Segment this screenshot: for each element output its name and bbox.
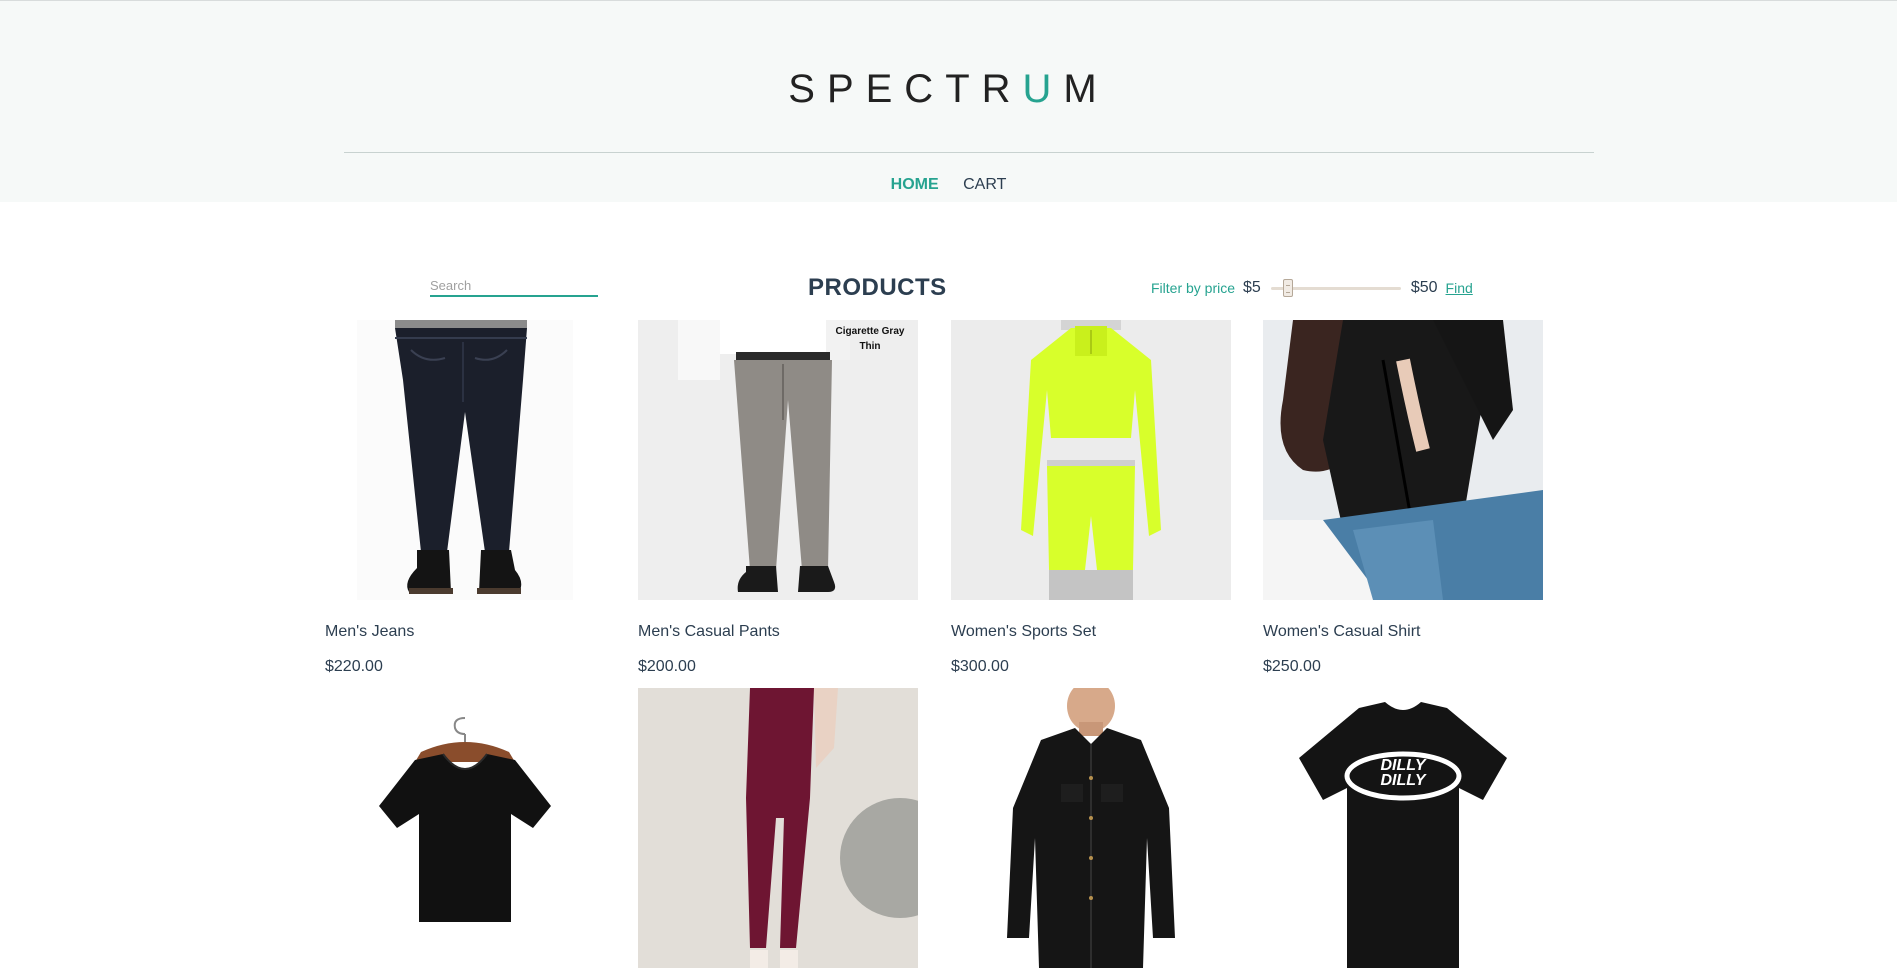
brand-logo-accent: U (1022, 67, 1064, 111)
search-field (430, 276, 598, 297)
product-image-jeans[interactable] (325, 320, 605, 600)
product-image-casual-pants[interactable]: Cigarette Gray Thin (638, 320, 918, 600)
product-card[interactable]: Women's Sports Set $300.00 (951, 320, 1231, 676)
price-max-value: $50 (1410, 279, 1438, 296)
product-name[interactable]: Women's Casual Shirt (1263, 623, 1543, 641)
price-slider-thumb[interactable] (1282, 279, 1293, 297)
product-card[interactable] (951, 688, 1231, 968)
product-price: $220.00 (325, 658, 383, 675)
product-card[interactable]: DILLY DILLY (1263, 688, 1543, 968)
site-header: SPECTRUM HOME CART (0, 1, 1897, 202)
brand-logo-suffix: M (1063, 67, 1109, 111)
product-image-mens-shirt[interactable] (951, 688, 1231, 968)
product-image-sports-set[interactable] (951, 320, 1231, 600)
image-logo-line-2: DILLY (1380, 772, 1426, 789)
product-name[interactable]: Women's Sports Set (951, 623, 1231, 641)
product-image-leggings[interactable] (638, 688, 918, 968)
product-price: $250.00 (1263, 658, 1321, 675)
products-toolbar: PRODUCTS Filter by price $5 $50 Find (0, 202, 1897, 322)
main-nav: HOME CART (0, 176, 1897, 194)
product-card[interactable]: Men's Jeans $220.00 (325, 320, 605, 676)
price-filter: Filter by price $5 $50 Find (1151, 278, 1473, 298)
product-image-casual-shirt[interactable] (1263, 320, 1543, 600)
find-link[interactable]: Find (1446, 280, 1473, 296)
product-image-caption: Cigarette Gray Thin (828, 324, 912, 354)
product-image-logo-text: DILLY DILLY (1263, 757, 1543, 789)
price-slider[interactable] (1270, 278, 1401, 298)
product-image-crop-top[interactable] (325, 688, 605, 968)
page-title: PRODUCTS (808, 274, 947, 301)
product-price: $200.00 (638, 658, 696, 675)
nav-cart-link[interactable]: CART (963, 176, 1006, 194)
image-caption-line-2: Thin (859, 341, 881, 352)
product-card[interactable] (325, 688, 605, 968)
brand-logo[interactable]: SPECTRUM (0, 67, 1897, 112)
image-logo-line-1: DILLY (1380, 757, 1426, 774)
brand-logo-prefix: SPECTR (788, 67, 1023, 111)
product-price: $300.00 (951, 658, 1009, 675)
product-name[interactable]: Men's Jeans (325, 623, 605, 641)
product-card[interactable]: Cigarette Gray Thin Men's Casual Pants $… (638, 320, 918, 676)
product-card[interactable]: Women's Casual Shirt $250.00 (1263, 320, 1543, 676)
product-name[interactable]: Men's Casual Pants (638, 623, 918, 641)
image-caption-line-1: Cigarette Gray (835, 326, 905, 337)
search-input[interactable] (430, 276, 598, 295)
price-min-value: $5 (1243, 279, 1261, 296)
product-card[interactable] (638, 688, 918, 968)
product-image-dilly-tee[interactable]: DILLY DILLY (1263, 688, 1543, 968)
price-filter-label: Filter by price (1151, 280, 1236, 296)
nav-home-link[interactable]: HOME (891, 176, 939, 194)
header-divider (344, 152, 1594, 153)
